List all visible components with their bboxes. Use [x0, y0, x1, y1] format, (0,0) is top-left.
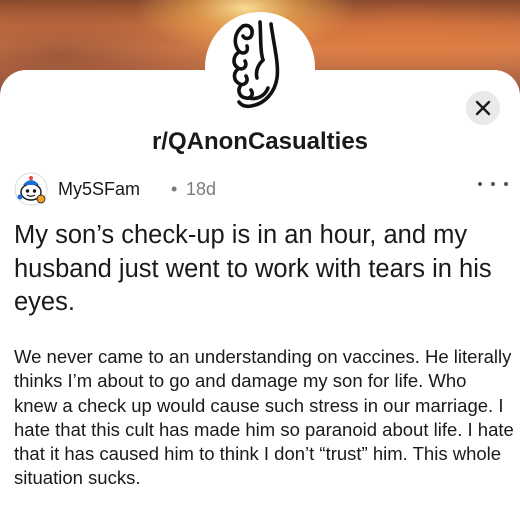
close-icon — [475, 100, 491, 116]
snoo-avatar-icon — [14, 172, 48, 206]
community-name[interactable]: r/QAnonCasualties — [0, 128, 520, 156]
author-username[interactable]: My5SFam — [58, 179, 140, 200]
more-options-button[interactable] — [478, 174, 508, 194]
meta-separator: • — [171, 179, 178, 199]
more-options-icon — [478, 182, 482, 186]
post-title: My son’s check-up is in an hour, and my … — [14, 221, 492, 316]
post-meta-row: My5SFam • 18d — [14, 172, 510, 208]
post-body: We never came to an understanding on vac… — [14, 346, 514, 489]
author-avatar[interactable] — [14, 172, 48, 206]
close-button[interactable] — [466, 91, 500, 125]
hands-clasped-icon — [232, 20, 280, 109]
community-icon[interactable] — [205, 12, 315, 122]
post-age: 18d — [186, 179, 217, 199]
more-options-icon — [491, 182, 495, 186]
more-options-icon — [504, 182, 508, 186]
post-screen: r/QAnonCasualties My5SFam • 18d My son’s… — [0, 0, 520, 520]
